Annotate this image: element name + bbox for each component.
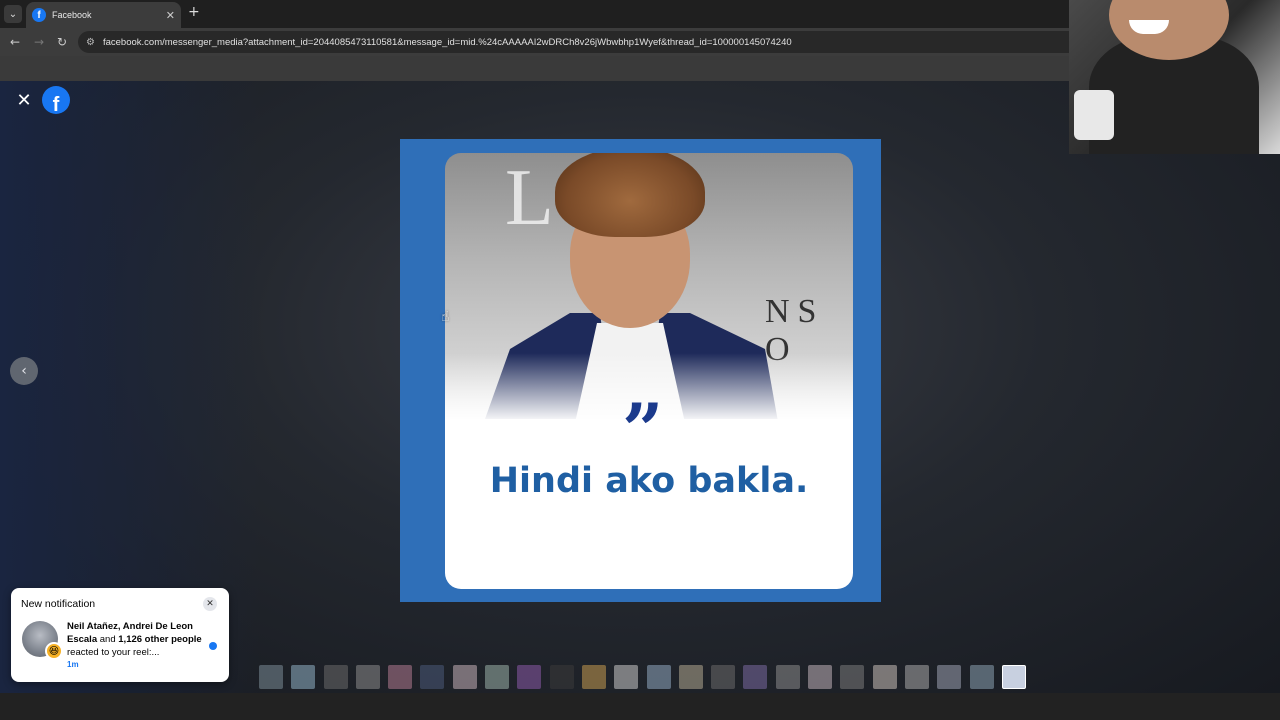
media-thumbnail[interactable] [614, 665, 639, 689]
url-text: facebook.com/messenger_media?attachment_… [102, 36, 792, 48]
previous-media-button[interactable]: ‹ [10, 357, 38, 385]
hair-shape [555, 153, 705, 237]
close-icon[interactable]: ✕ [14, 90, 34, 111]
facebook-favicon-icon: f [32, 8, 46, 22]
media-thumbnail[interactable] [452, 665, 477, 689]
media-thumbnail[interactable] [388, 665, 413, 689]
tab-title: Facebook [52, 10, 92, 20]
media-thumbnail[interactable] [711, 665, 736, 689]
media-thumbnail[interactable] [291, 665, 316, 689]
new-tab-button[interactable]: + [188, 4, 200, 20]
media-thumbnail[interactable] [485, 665, 510, 689]
notification-close-icon[interactable]: ✕ [203, 597, 217, 611]
quote-mark-icon: ” [622, 387, 664, 472]
forward-arrow-icon[interactable]: → [30, 33, 48, 51]
media-thumbnail[interactable] [420, 665, 445, 689]
webcam-overlay [1069, 0, 1280, 154]
media-image: LIN NS O ” Hindi ako bakla. [400, 139, 881, 602]
notification-action: reacted to your reel:... [67, 647, 160, 658]
bottom-strip [0, 693, 1280, 720]
notification-joiner: and [97, 634, 119, 645]
media-thumbnail[interactable] [355, 665, 380, 689]
notification-others: 1,126 other people [118, 634, 202, 645]
media-thumbnail[interactable] [646, 665, 671, 689]
media-thumbnail[interactable] [969, 665, 994, 689]
photo-area: LIN NS O [445, 153, 853, 419]
media-thumbnail[interactable] [1001, 665, 1026, 689]
notification-body: Neil Atañez, Andrei De Leon Escala and 1… [67, 620, 203, 659]
media-thumbnail[interactable] [323, 665, 348, 689]
quote-text: Hindi ako bakla. [489, 461, 809, 501]
unread-dot [209, 642, 217, 650]
media-thumbnail[interactable] [259, 665, 283, 689]
site-info-icon[interactable]: ⚙ [86, 37, 95, 48]
reload-icon[interactable]: ↻ [53, 33, 71, 51]
media-thumbnail[interactable] [808, 665, 833, 689]
media-thumbnail[interactable] [549, 665, 574, 689]
media-thumbnail[interactable] [743, 665, 768, 689]
notification-toast[interactable]: New notification ✕ 😆 Neil Atañez, Andrei… [11, 588, 229, 682]
address-bar[interactable]: ⚙ facebook.com/messenger_media?attachmen… [78, 31, 1088, 53]
media-thumbnail[interactable] [937, 665, 962, 689]
thumbnail-strip [259, 665, 1034, 689]
media-thumbnail[interactable] [678, 665, 703, 689]
facebook-logo-icon[interactable]: f [42, 86, 70, 114]
browser-tab-facebook[interactable]: f Facebook ✕ [26, 2, 181, 28]
media-thumbnail[interactable] [581, 665, 606, 689]
haha-reaction-icon: 😆 [45, 642, 63, 660]
facebook-logo-letter: f [52, 94, 60, 114]
webcam-device [1074, 90, 1114, 140]
media-thumbnail[interactable] [904, 665, 929, 689]
back-arrow-icon[interactable]: ← [6, 33, 24, 51]
notification-heading: New notification [21, 598, 96, 610]
tab-close-icon[interactable]: ✕ [166, 9, 175, 22]
media-thumbnail[interactable] [840, 665, 865, 689]
tab-list-button[interactable]: ⌄ [4, 5, 22, 23]
media-thumbnail[interactable] [872, 665, 897, 689]
hand-cursor-icon: ☝ [441, 309, 450, 325]
notification-time: 1m [67, 660, 79, 669]
media-thumbnail[interactable] [775, 665, 800, 689]
media-thumbnail[interactable] [517, 665, 542, 689]
